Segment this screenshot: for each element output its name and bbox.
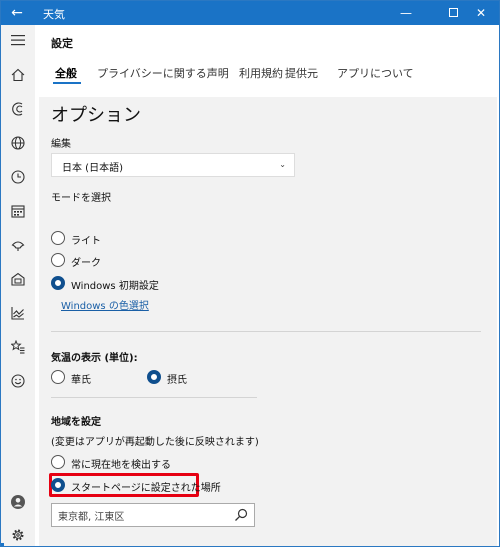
forecast-icon: [12, 102, 23, 116]
radio-light[interactable]: [51, 231, 65, 245]
windows-color-settings-link[interactable]: Windows の色選択: [61, 297, 149, 312]
maximize-button[interactable]: [438, 3, 468, 23]
active-nav-indicator: [1, 543, 4, 546]
nav-charts[interactable]: [1, 301, 35, 325]
news-icon: [11, 272, 25, 286]
radio-detect-location-label: 常に現在地を検出する: [71, 460, 171, 471]
location-note: (変更はアプリが再起動した後に反映されます): [51, 437, 259, 448]
nav-history[interactable]: [1, 165, 35, 189]
close-button[interactable]: ✕: [466, 3, 496, 23]
radio-detect-location[interactable]: [51, 455, 65, 469]
nav-settings[interactable]: [1, 523, 35, 546]
nav-favorites[interactable]: [1, 335, 35, 359]
nav-news[interactable]: [1, 267, 35, 291]
radio-fahrenheit-label: 華氏: [71, 375, 91, 386]
smiley-icon: [11, 374, 25, 388]
location-search-input[interactable]: [58, 507, 218, 523]
settings-content: 設定 全般 プライバシーに関する声明 利用規約 提供元 アプリについて オプショ…: [35, 25, 499, 546]
radio-windows-default-label: Windows 初期設定: [71, 281, 159, 292]
back-button[interactable]: ←: [7, 4, 27, 22]
chevron-down-icon: ⌄: [279, 160, 286, 169]
hamburger-menu-icon: [11, 35, 25, 46]
radio-celsius-label: 摂氏: [167, 375, 187, 386]
tab-credits[interactable]: 提供元: [285, 65, 318, 81]
history-clock-icon: [11, 170, 25, 184]
options-panel: オプション 編集 日本 (日本語) ⌄ モードを選択 ライト ダーク Windo…: [39, 97, 497, 546]
cloud-icon: [11, 241, 25, 251]
nav-maps[interactable]: [1, 131, 35, 155]
radio-start-page-location[interactable]: [51, 478, 65, 492]
minimize-button[interactable]: —: [391, 3, 421, 23]
language-selected-value: 日本 (日本語): [62, 163, 123, 174]
maximize-icon: [448, 8, 458, 17]
radio-windows-default[interactable]: [51, 276, 65, 290]
search-icon[interactable]: [234, 508, 248, 522]
tab-about[interactable]: アプリについて: [337, 65, 414, 81]
radio-celsius[interactable]: [147, 370, 161, 384]
radio-start-page-location-label: スタートページに設定された場所: [71, 483, 221, 494]
navigation-sidebar: [1, 25, 35, 546]
location-search-box[interactable]: [51, 503, 255, 527]
home-icon: [11, 68, 25, 82]
temperature-label: 気温の表示 (単位):: [51, 353, 138, 364]
radio-dark[interactable]: [51, 253, 65, 267]
tab-terms[interactable]: 利用規約: [239, 65, 283, 81]
divider: [51, 331, 481, 332]
active-tab-underline: [53, 82, 81, 84]
radio-dark-label: ダーク: [71, 258, 101, 269]
section-title: オプション: [51, 105, 141, 126]
nav-account[interactable]: [1, 490, 35, 514]
tab-privacy[interactable]: プライバシーに関する声明: [97, 65, 229, 81]
location-label: 地域を設定: [51, 417, 101, 428]
app-title: 天気: [43, 8, 65, 21]
language-label: 編集: [51, 139, 71, 150]
hamburger-menu-button[interactable]: [1, 29, 35, 53]
account-icon: [11, 495, 25, 509]
calendar-icon: [11, 205, 25, 218]
mode-label: モードを選択: [51, 193, 111, 204]
weather-settings-window: ← 天気 — ✕ 設定 全般 プライバシーに関する声明 利用規約 提供元 アプリ…: [0, 0, 500, 547]
chart-icon: [11, 307, 24, 320]
tab-general[interactable]: 全般: [55, 65, 77, 81]
settings-gear-icon: [12, 529, 24, 541]
nav-feedback[interactable]: [1, 369, 35, 393]
title-bar: ← 天気 — ✕: [1, 1, 499, 25]
language-dropdown[interactable]: 日本 (日本語) ⌄: [51, 153, 295, 177]
page-title: 設定: [51, 37, 73, 50]
radio-fahrenheit[interactable]: [51, 370, 65, 384]
nav-calendar[interactable]: [1, 199, 35, 223]
globe-icon: [11, 136, 25, 150]
nav-forecast[interactable]: [1, 97, 35, 121]
favorites-icon: [11, 340, 25, 354]
nav-home[interactable]: [1, 63, 35, 87]
divider: [51, 397, 257, 398]
radio-light-label: ライト: [71, 236, 101, 247]
nav-weather-cloud[interactable]: [1, 233, 35, 257]
